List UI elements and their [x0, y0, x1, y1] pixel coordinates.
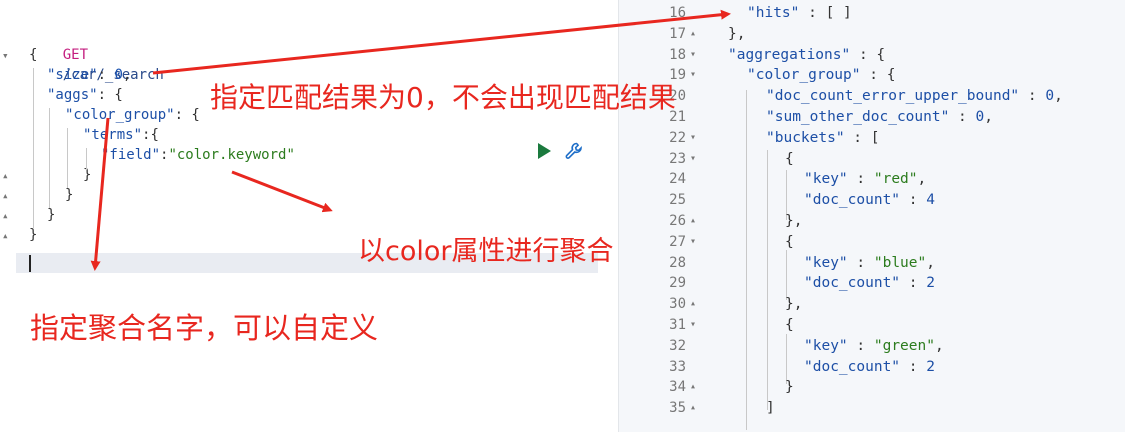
arrow-field-to-note [231, 170, 333, 213]
arrow-name-to-group [90, 117, 110, 271]
annotation-arrows [90, 9, 731, 271]
annotation-size-note: 指定匹配结果为0，不会出现匹配结果 [210, 81, 676, 114]
arrow-size-to-hits [152, 9, 731, 75]
annotation-field-note: 以color属性进行聚合 [358, 236, 614, 267]
annotation-name-note: 指定聚合名字，可以自定义 [30, 311, 379, 345]
